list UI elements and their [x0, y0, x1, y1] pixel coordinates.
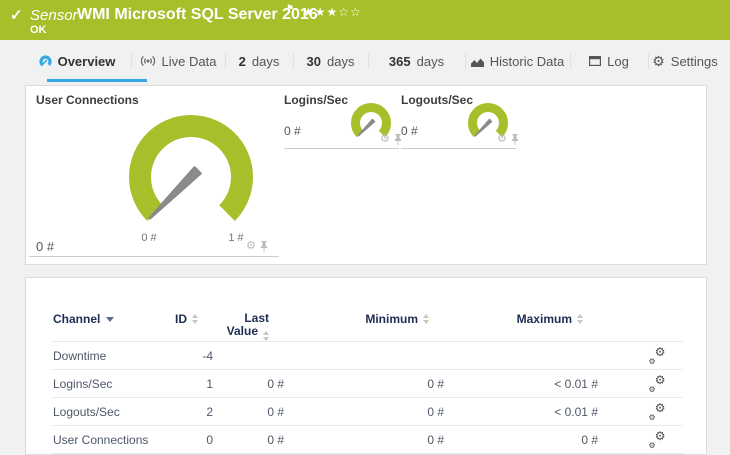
tab-label: Log: [607, 53, 629, 69]
channel-name: Logouts/Sec: [53, 405, 120, 419]
tab-label: days: [327, 53, 355, 69]
gauge-icon: [39, 54, 52, 66]
gauge-cell-divider: [401, 148, 516, 149]
channel-settings-icon[interactable]: ⚙ ⚙: [649, 402, 666, 422]
gauge-actions: ⚙: [380, 134, 402, 145]
stars-empty: ☆☆: [338, 5, 362, 19]
tab-separator: [131, 53, 132, 69]
tab-label: Historic Data: [489, 53, 565, 69]
channels-panel: Channel ID Last Value Minimum Maximum Do…: [25, 277, 707, 455]
channel-name: Downtime: [53, 349, 107, 363]
log-icon: [589, 56, 602, 66]
ok-check-icon: ✓: [10, 7, 23, 24]
gauge-value: 0 #: [401, 124, 418, 138]
last-value: 0 #: [267, 433, 284, 447]
tab-365-days[interactable]: 365 days: [368, 48, 465, 74]
tab-separator: [570, 53, 571, 69]
maximum-value: < 0.01 #: [554, 377, 598, 391]
channel-settings-icon[interactable]: ⚙ ⚙: [649, 430, 666, 450]
gear-icon[interactable]: ⚙: [380, 134, 390, 145]
sensor-header: ✓ Sensor WMI Microsoft SQL Server 2016 ⚑…: [0, 0, 730, 40]
sensor-status-badge: OK: [30, 24, 47, 36]
tab-2-days[interactable]: 2 days: [225, 48, 293, 74]
tab-separator: [648, 53, 649, 69]
chart-icon: [470, 58, 484, 67]
tab-label: days: [251, 53, 280, 69]
gauge-needle: [148, 166, 202, 220]
tab-number: 2: [238, 53, 246, 69]
tab-log[interactable]: Log: [570, 48, 648, 74]
gauge-value: 0 #: [284, 124, 301, 138]
priority-stars[interactable]: ★★★☆☆: [303, 5, 362, 19]
tab-separator: [293, 53, 294, 69]
gauge-actions: ⚙: [246, 241, 268, 252]
pin-icon[interactable]: [511, 134, 519, 145]
column-header-label: Minimum: [365, 312, 418, 326]
tab-30-days[interactable]: 30 days: [293, 48, 368, 74]
gauge-cell-divider: [284, 148, 399, 149]
minimum-value: 0 #: [427, 433, 444, 447]
user-connections-gauge: [129, 115, 253, 221]
sensor-kind-label: Sensor: [30, 7, 78, 24]
minimum-value: 0 #: [427, 377, 444, 391]
tab-separator: [368, 53, 369, 69]
sort-icon: [577, 314, 583, 324]
tab-number: 30: [306, 53, 321, 69]
column-header-id[interactable]: ID: [86, 312, 198, 326]
maximum-value: 0 #: [581, 433, 598, 447]
channel-settings-icon[interactable]: ⚙ ⚙: [649, 346, 666, 366]
minimum-value: 0 #: [427, 405, 444, 419]
tab-label: Live Data: [161, 53, 217, 69]
table-row: Logouts/Sec 2 0 # 0 # < 0.01 # ⚙ ⚙: [51, 398, 683, 426]
column-header-label: Maximum: [516, 312, 572, 326]
tab-label: days: [416, 53, 445, 69]
gear-icon[interactable]: ⚙: [246, 241, 256, 252]
live-data-icon: [140, 55, 155, 67]
active-tab-underline: [47, 79, 147, 82]
column-header-minimum[interactable]: Minimum: [304, 312, 429, 326]
channel-name: Logins/Sec: [53, 377, 113, 391]
tab-bar: Overview Live Data 2 days 30 days 365 da…: [0, 40, 730, 85]
pin-icon[interactable]: [260, 241, 268, 252]
tab-separator: [225, 53, 226, 69]
last-value: 0 #: [267, 405, 284, 419]
last-value: 0 #: [267, 377, 284, 391]
column-header-last-value[interactable]: Last Value: [184, 312, 269, 341]
gauge-cell-divider: [29, 256, 279, 257]
table-row: Downtime -4 ⚙ ⚙: [51, 342, 683, 370]
sensor-title: WMI Microsoft SQL Server 2016: [77, 6, 318, 23]
tab-settings[interactable]: ⚙ Settings: [648, 48, 722, 74]
table-row: User Connections 0 0 # 0 # 0 # ⚙ ⚙: [51, 426, 683, 454]
gauge-title: Logins/Sec: [284, 93, 349, 107]
gauge-scale-min: 0 #: [141, 232, 157, 244]
gear-icon[interactable]: ⚙: [497, 134, 507, 145]
tab-live-data[interactable]: Live Data: [131, 48, 225, 74]
tab-label: Settings: [670, 53, 718, 69]
gauges-panel: User Connections 0 # 1 # 0 # ⚙ Logins/Se…: [25, 85, 707, 265]
column-header-label: Value: [226, 324, 258, 338]
flag-icon[interactable]: ⚑: [286, 3, 294, 14]
tab-separator: [465, 53, 466, 69]
maximum-value: < 0.01 #: [554, 405, 598, 419]
prtg-sensor-page: ✓ Sensor WMI Microsoft SQL Server 2016 ⚑…: [0, 0, 730, 455]
gauge-actions: ⚙: [497, 134, 519, 145]
tab-label: Overview: [57, 53, 116, 69]
gauge-value: 0 #: [36, 239, 55, 254]
tab-historic-data[interactable]: Historic Data: [465, 48, 570, 74]
tab-number: 365: [388, 53, 411, 69]
channel-settings-icon[interactable]: ⚙ ⚙: [649, 374, 666, 394]
stars-filled: ★★★: [303, 5, 339, 19]
tab-overview[interactable]: Overview: [23, 48, 147, 82]
table-row: Logins/Sec 1 0 # 0 # < 0.01 # ⚙ ⚙: [51, 370, 683, 398]
column-header-maximum[interactable]: Maximum: [458, 312, 583, 326]
channel-id: -4: [202, 349, 213, 363]
sort-icon: [423, 314, 429, 324]
gear-icon: ⚙: [652, 53, 665, 69]
sort-icon: [263, 331, 269, 341]
